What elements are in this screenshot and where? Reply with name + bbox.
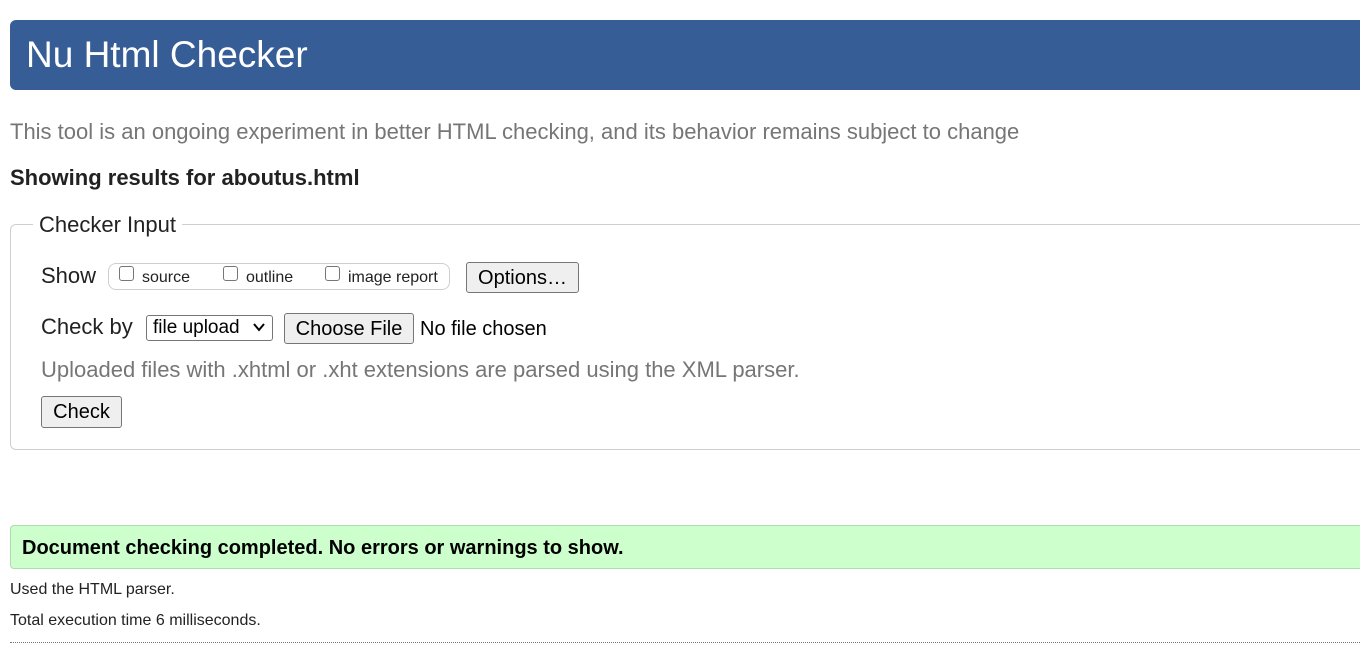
page-header: Nu Html Checker — [10, 20, 1360, 90]
success-message-box: Document checking completed. No errors o… — [10, 525, 1360, 569]
timing-info: Total execution time 6 milliseconds. — [10, 612, 261, 629]
check-by-selected-value: file upload — [153, 317, 240, 338]
check-by-select[interactable]: file upload — [146, 315, 273, 341]
image-report-checkbox-label[interactable]: image report — [348, 268, 438, 288]
success-message: Document checking completed. No errors o… — [22, 537, 624, 559]
parser-info: Used the HTML parser. — [10, 581, 175, 598]
check-by-label: Check by — [41, 314, 133, 339]
source-checkbox-label[interactable]: source — [142, 268, 190, 288]
source-checkbox[interactable] — [119, 266, 134, 281]
no-file-chosen-text: No file chosen — [420, 318, 547, 340]
show-options-group: source outline image report — [108, 263, 450, 290]
page-title: Nu Html Checker — [26, 34, 308, 75]
options-button[interactable]: Options… — [466, 262, 579, 293]
outline-checkbox[interactable] — [223, 266, 238, 281]
checker-input-fieldset: Checker Input Show source outline image … — [10, 211, 1360, 450]
show-label: Show — [41, 263, 97, 288]
choose-file-button[interactable]: Choose File — [284, 313, 414, 344]
xml-parser-hint: Uploaded files with .xhtml or .xht exten… — [41, 357, 800, 382]
outline-checkbox-label[interactable]: outline — [246, 268, 293, 288]
image-report-checkbox[interactable] — [325, 266, 340, 281]
chevron-down-icon — [253, 323, 265, 332]
divider — [10, 642, 1360, 643]
check-button[interactable]: Check — [41, 396, 122, 428]
results-heading: Showing results for aboutus.html — [10, 165, 360, 190]
checker-input-legend: Checker Input — [33, 211, 182, 239]
intro-text: This tool is an ongoing experiment in be… — [10, 119, 1020, 144]
